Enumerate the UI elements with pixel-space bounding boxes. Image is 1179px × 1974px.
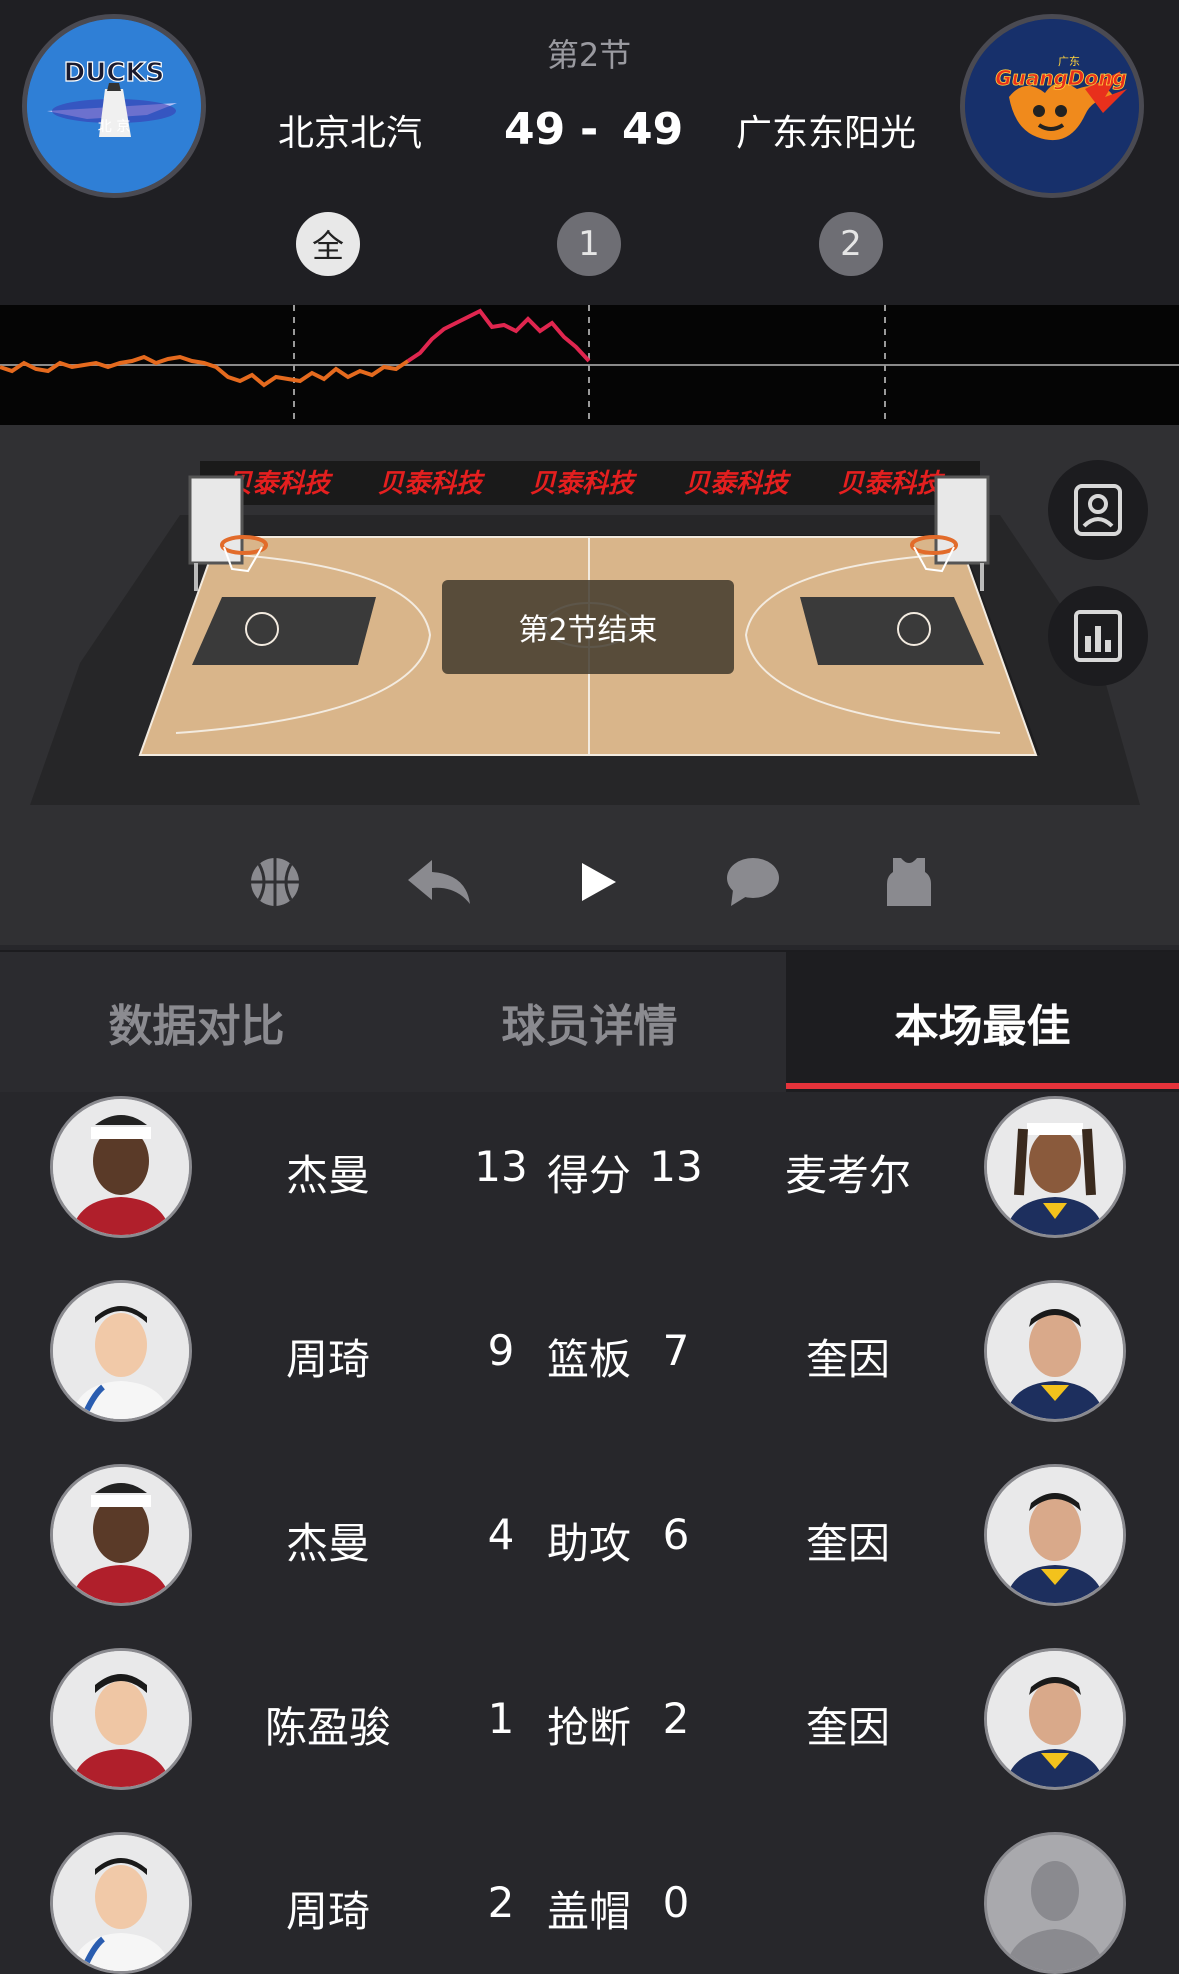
best-players-list: 杰曼 13 得分 13 麦考尔 周琦 9 篮板 7 奎因 杰曼 4 助攻 6 奎…: [0, 1092, 1179, 1974]
trend-line-home: [406, 308, 591, 363]
score-trend-chart: [0, 305, 1179, 425]
home-player-avatar[interactable]: [50, 1280, 192, 1422]
sponsor-banner-4: 贝泰科技: [684, 469, 792, 499]
person-silhouette-icon: [987, 1835, 1123, 1971]
comment-icon[interactable]: [718, 847, 788, 917]
list-item[interactable]: 杰曼 13 得分 13 麦考尔: [0, 1092, 1179, 1276]
away-player-avatar[interactable]: [984, 1464, 1126, 1606]
stat-label: 得分: [546, 1151, 631, 1200]
home-player-avatar[interactable]: [50, 1832, 192, 1974]
list-item[interactable]: 杰曼 4 助攻 6 奎因: [0, 1460, 1179, 1644]
stat-label: 抢断: [546, 1703, 631, 1752]
away-player-name: 麦考尔: [784, 1151, 911, 1200]
playback-controls: [0, 815, 1179, 945]
home-player-name: 周琦: [285, 1335, 370, 1384]
away-stat-value: 6: [662, 1510, 690, 1559]
sponsor-banner-3: 贝泰科技: [530, 469, 638, 499]
away-player-avatar[interactable]: [984, 1648, 1126, 1790]
placeholder-avatar[interactable]: [984, 1832, 1126, 1974]
home-paint: [192, 597, 376, 665]
away-player-name: 奎因: [805, 1335, 890, 1384]
away-player-avatar[interactable]: [984, 1096, 1126, 1238]
basketball-icon[interactable]: [240, 847, 310, 917]
home-score: 49: [504, 104, 566, 155]
score-separator: -: [580, 104, 599, 155]
scoreboard-header: DUCKS 北 京 第2节 北京北汽 49 - 49 广东东阳光 GuangDo…: [0, 0, 1179, 305]
away-team-name: 广东东阳光: [736, 113, 917, 154]
quarter-button-2[interactable]: 2: [819, 212, 883, 276]
stat-label: 助攻: [546, 1519, 631, 1568]
sponsor-banner-5: 贝泰科技: [838, 469, 946, 499]
away-stat-value: 13: [649, 1142, 703, 1191]
home-team-name: 北京北汽: [278, 113, 423, 154]
period-end-overlay: 第2节结束: [442, 580, 734, 674]
away-player-avatar[interactable]: [984, 1280, 1126, 1422]
home-player-name: 周琦: [285, 1887, 370, 1936]
period-label: 第2节: [546, 36, 632, 74]
home-team-logo[interactable]: DUCKS 北 京: [22, 14, 206, 198]
play-icon[interactable]: [562, 847, 632, 917]
list-item[interactable]: 周琦 9 篮板 7 奎因: [0, 1276, 1179, 1460]
away-player-name: 奎因: [805, 1519, 890, 1568]
tab-player-details[interactable]: 球员详情: [393, 952, 786, 1092]
home-player-avatar[interactable]: [50, 1464, 192, 1606]
svg-text:广东: 广东: [1058, 55, 1080, 68]
svg-text:GuangDong: GuangDong: [995, 66, 1127, 90]
home-player-avatar[interactable]: [50, 1648, 192, 1790]
home-player-name: 陈盈骏: [264, 1703, 391, 1752]
sponsor-banner-2: 贝泰科技: [378, 469, 486, 499]
stat-label: 盖帽: [546, 1887, 631, 1936]
active-tab-indicator: [786, 1083, 1179, 1089]
home-player-name: 杰曼: [285, 1151, 370, 1200]
stats-chart-button[interactable]: [1048, 586, 1148, 686]
list-item[interactable]: 周琦 2 盖帽 0: [0, 1828, 1179, 1974]
bar-chart-icon: [1074, 610, 1122, 662]
tab-bar: 数据对比 球员详情 本场最佳: [0, 950, 1179, 1092]
quarter-button-all[interactable]: 全: [296, 212, 360, 276]
away-stat-value: 0: [662, 1878, 690, 1927]
away-stat-value: 7: [662, 1326, 690, 1375]
jersey-icon[interactable]: [874, 847, 944, 917]
svg-text:DUCKS: DUCKS: [64, 58, 165, 88]
home-player-name: 杰曼: [285, 1519, 370, 1568]
person-card-icon: [1074, 484, 1122, 536]
away-stat-value: 2: [662, 1694, 690, 1743]
replay-icon[interactable]: [404, 847, 474, 917]
quarter-button-1[interactable]: 1: [557, 212, 621, 276]
player-card-button[interactable]: [1048, 460, 1148, 560]
away-score: 49: [622, 104, 684, 155]
tab-best-of-game[interactable]: 本场最佳: [786, 952, 1179, 1092]
list-item[interactable]: 陈盈骏 1 抢断 2 奎因: [0, 1644, 1179, 1828]
stat-label: 篮板: [546, 1335, 631, 1384]
away-team-logo[interactable]: GuangDong 广东: [960, 14, 1144, 198]
tab-data-compare[interactable]: 数据对比: [0, 952, 393, 1092]
trend-line-away: [0, 354, 410, 388]
svg-text:北 京: 北 京: [98, 119, 130, 135]
away-paint: [800, 597, 984, 665]
home-player-avatar[interactable]: [50, 1096, 192, 1238]
away-player-name: 奎因: [805, 1703, 890, 1752]
